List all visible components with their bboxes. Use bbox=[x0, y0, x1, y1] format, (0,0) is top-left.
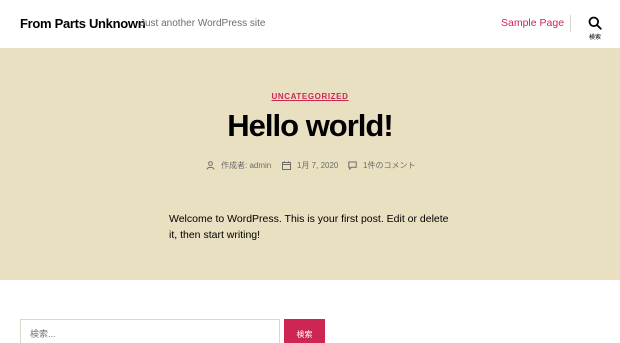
site-header: From Parts Unknown Just another WordPres… bbox=[0, 0, 620, 48]
post-title: Hello world! bbox=[227, 108, 393, 143]
post-date: 1月 7, 2020 bbox=[282, 160, 338, 171]
post-comments-text[interactable]: 1件のコメント bbox=[363, 160, 415, 171]
site-title[interactable]: From Parts Unknown bbox=[20, 16, 146, 31]
nav-item-sample-page[interactable]: Sample Page bbox=[501, 17, 564, 29]
post-category: UNCATEGORIZED bbox=[0, 86, 620, 104]
search-icon bbox=[582, 16, 608, 30]
post-author-text[interactable]: 作成者: admin bbox=[221, 160, 271, 171]
search-submit-button[interactable]: 検索 bbox=[284, 319, 325, 343]
search-toggle-button[interactable]: 検索 bbox=[582, 16, 608, 44]
search-toggle-label: 検索 bbox=[588, 35, 601, 41]
comment-icon bbox=[348, 161, 357, 170]
search-input[interactable] bbox=[20, 319, 280, 343]
category-link[interactable]: UNCATEGORIZED bbox=[272, 92, 349, 101]
post-date-text[interactable]: 1月 7, 2020 bbox=[297, 160, 338, 171]
user-icon bbox=[206, 161, 215, 170]
post-comments: 1件のコメント bbox=[348, 160, 415, 171]
calendar-icon bbox=[282, 161, 291, 170]
post-author: 作成者: admin bbox=[206, 160, 271, 171]
post-content: Welcome to WordPress. This is your first… bbox=[169, 213, 449, 241]
header-divider bbox=[570, 15, 571, 32]
post-header: UNCATEGORIZED Hello world! 作成者: admin 1月… bbox=[0, 48, 620, 280]
site-description: Just another WordPress site bbox=[140, 18, 266, 29]
